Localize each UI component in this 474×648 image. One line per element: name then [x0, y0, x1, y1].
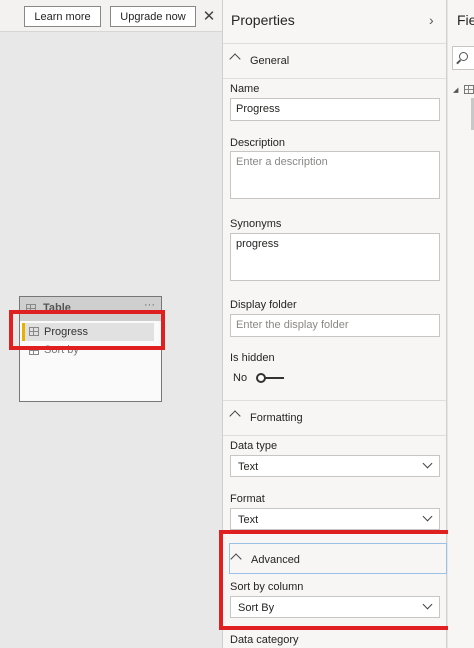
chevron-down-icon	[422, 458, 433, 469]
upgrade-now-button[interactable]: Upgrade now	[110, 6, 196, 27]
format-label: Format	[230, 493, 265, 505]
properties-title: Properties	[231, 12, 295, 28]
dropdown-value: Text	[238, 514, 259, 526]
highlight-box-advanced	[219, 530, 455, 630]
is-hidden-value: No	[233, 372, 248, 384]
toggle-knob	[256, 373, 266, 383]
section-formatting[interactable]: Formatting	[223, 401, 446, 435]
data-type-dropdown[interactable]: Text	[230, 455, 440, 477]
section-title: Formatting	[250, 412, 303, 424]
dropdown-value: Text	[238, 461, 259, 473]
collapse-pane-icon[interactable]: ›	[429, 12, 434, 28]
table-icon	[464, 85, 474, 94]
highlight-box-progress	[9, 310, 165, 350]
name-label: Name	[230, 83, 260, 95]
section-title: General	[250, 55, 290, 67]
display-folder-label: Display folder	[230, 299, 297, 311]
is-hidden-toggle[interactable]	[256, 373, 284, 383]
search-icon	[459, 52, 468, 61]
report-canvas: Learn more Upgrade now ✕ Table ··· Progr…	[0, 0, 222, 648]
close-icon[interactable]: ✕	[200, 6, 218, 26]
fields-search-input[interactable]	[452, 46, 474, 70]
data-type-label: Data type	[230, 440, 278, 452]
divider	[223, 435, 446, 436]
chevron-down-icon	[422, 511, 433, 522]
expand-triangle-icon[interactable]: ◢	[453, 86, 458, 94]
display-folder-field[interactable]: Enter the display folder	[230, 314, 440, 337]
name-field[interactable]: Progress	[230, 98, 440, 121]
synonyms-field[interactable]: progress	[230, 233, 440, 281]
chevron-up-icon	[229, 410, 241, 422]
section-general[interactable]: General	[223, 44, 446, 78]
fields-title: Fie	[457, 12, 474, 28]
description-field[interactable]: Enter a description	[230, 151, 440, 199]
description-label: Description	[230, 137, 286, 149]
data-category-label: Data category	[230, 634, 299, 646]
synonyms-label: Synonyms	[230, 218, 282, 230]
chevron-up-icon	[229, 53, 241, 65]
is-hidden-label: Is hidden	[230, 352, 275, 364]
learn-more-button[interactable]: Learn more	[24, 6, 101, 27]
canvas-toolbar: Learn more Upgrade now ✕	[0, 0, 222, 32]
divider	[223, 78, 446, 79]
format-dropdown[interactable]: Text	[230, 508, 440, 530]
fields-pane: Fie ◢	[448, 0, 474, 648]
